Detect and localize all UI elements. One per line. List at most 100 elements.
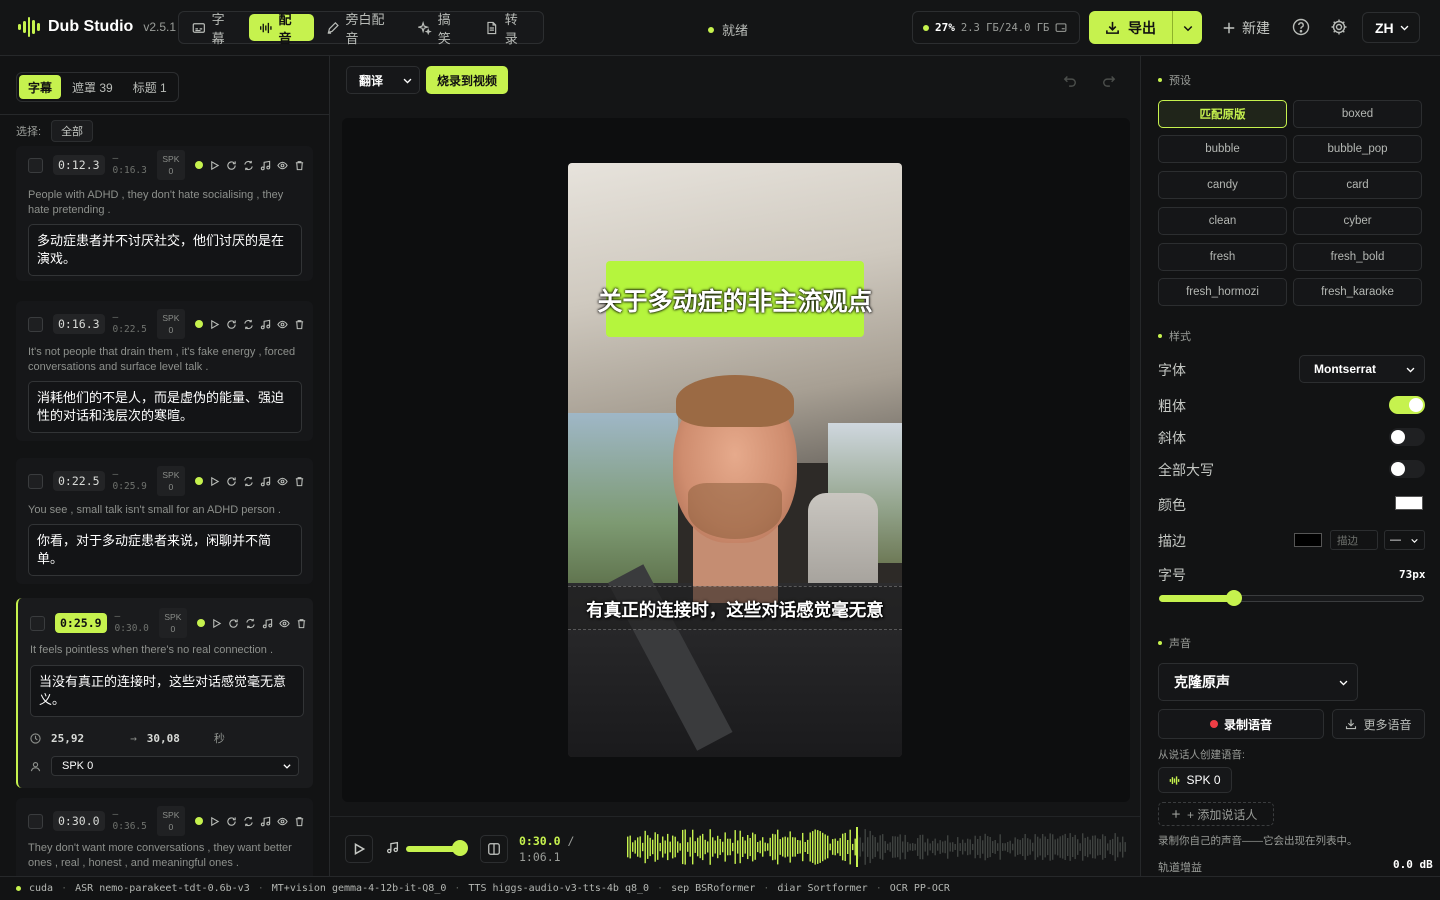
export-button[interactable]: 导出 — [1089, 11, 1173, 44]
tab-transcribe[interactable]: 转录 — [475, 12, 540, 46]
voice-select[interactable]: 克隆原声 — [1158, 663, 1358, 701]
preset-bubble-pop[interactable]: bubble_pop — [1293, 135, 1422, 163]
tab-left-masks[interactable]: 遮罩 39 — [63, 75, 122, 99]
time-to-input[interactable]: 30,08 — [147, 732, 180, 745]
text-color-swatch[interactable] — [1395, 496, 1423, 510]
help-icon[interactable] — [1292, 18, 1310, 36]
speaker-badge[interactable]: SPK 0 — [156, 466, 185, 496]
speaker-badge[interactable]: SPK 0 — [156, 150, 185, 180]
speaker-badge[interactable]: SPK 0 — [156, 309, 185, 339]
eye-icon[interactable] — [277, 476, 288, 487]
font-size-slider-knob[interactable] — [1226, 590, 1242, 606]
italic-toggle[interactable] — [1389, 428, 1425, 446]
regenerate-icon[interactable] — [245, 618, 256, 629]
export-dropdown-button[interactable] — [1173, 22, 1202, 34]
play-icon[interactable] — [209, 319, 220, 330]
redo-icon[interactable] — [1102, 73, 1116, 87]
trash-icon[interactable] — [294, 476, 305, 487]
eye-icon[interactable] — [277, 319, 288, 330]
record-voice-button[interactable]: 录制语音 — [1158, 709, 1324, 739]
split-view-button[interactable] — [480, 835, 508, 863]
segment-translation-input[interactable]: 多动症患者并不讨厌社交，他们讨厌的是在演戏。 — [28, 224, 302, 276]
regenerate-icon[interactable] — [243, 476, 254, 487]
select-all-button[interactable]: 全部 — [51, 120, 94, 142]
segment-checkbox[interactable] — [28, 316, 43, 332]
music-note-icon[interactable] — [260, 476, 271, 487]
eye-icon[interactable] — [277, 160, 288, 171]
tab-left-subtitles[interactable]: 字幕 — [19, 75, 62, 99]
preset-boxed[interactable]: boxed — [1293, 100, 1422, 128]
track-mode-select[interactable]: 翻译 — [346, 66, 420, 94]
preset-clean[interactable]: clean — [1158, 207, 1287, 235]
regenerate-icon[interactable] — [243, 160, 254, 171]
all-caps-toggle[interactable] — [1389, 460, 1425, 478]
burn-to-video-button[interactable]: 烧录到视频 — [426, 66, 509, 94]
segment-checkbox[interactable] — [28, 813, 43, 829]
segment-start-time[interactable]: 0:16.3 — [53, 314, 105, 334]
tab-subtitles[interactable]: 字幕 — [182, 12, 247, 46]
segment-checkbox[interactable] — [28, 473, 43, 489]
segment-translation-input[interactable]: 你看，对于多动症患者来说，闲聊并不简单。 — [28, 524, 302, 576]
segment-card[interactable]: 0:16.3 —0:22.5 SPK 0 It's not people that… — [16, 301, 313, 441]
segment-start-time[interactable]: 0:25.9 — [55, 613, 107, 633]
font-select[interactable]: Montserrat — [1299, 355, 1425, 383]
speaker-badge[interactable]: SPK 0 — [156, 806, 185, 836]
trash-icon[interactable] — [294, 160, 305, 171]
refresh-icon[interactable] — [226, 816, 237, 827]
play-icon[interactable] — [209, 476, 220, 487]
preset-fresh-karaoke[interactable]: fresh_karaoke — [1293, 278, 1422, 306]
segment-start-time[interactable]: 0:30.0 — [53, 811, 105, 831]
trash-icon[interactable] — [294, 816, 305, 827]
video-title-overlay[interactable]: 关于多动症的非主流观点 — [568, 282, 902, 318]
refresh-icon[interactable] — [228, 618, 239, 629]
refresh-icon[interactable] — [226, 319, 237, 330]
gear-icon[interactable] — [1330, 18, 1348, 36]
tab-voiceover[interactable]: 旁白配音 — [316, 12, 406, 46]
add-speaker-button[interactable]: + 添加说话人 — [1158, 802, 1274, 826]
eye-icon[interactable] — [279, 618, 290, 629]
more-voices-button[interactable]: 更多语音 — [1332, 709, 1425, 739]
play-icon[interactable] — [209, 816, 220, 827]
preset-card[interactable]: card — [1293, 171, 1422, 199]
music-note-icon[interactable] — [260, 319, 271, 330]
segment-checkbox[interactable] — [30, 615, 45, 631]
preset-fresh[interactable]: fresh — [1158, 243, 1287, 271]
segment-start-time[interactable]: 0:12.3 — [53, 155, 105, 175]
refresh-icon[interactable] — [226, 160, 237, 171]
play-button[interactable] — [345, 835, 373, 863]
tab-funny[interactable]: 搞笑 — [408, 12, 473, 46]
trash-icon[interactable] — [296, 618, 307, 629]
play-icon[interactable] — [209, 160, 220, 171]
refresh-icon[interactable] — [226, 476, 237, 487]
music-note-icon[interactable] — [260, 160, 271, 171]
preset-match-original[interactable]: 匹配原版 — [1158, 100, 1287, 128]
stroke-color-swatch[interactable] — [1294, 533, 1322, 547]
tab-dubbing[interactable]: 配音 — [248, 12, 314, 46]
segment-card[interactable]: 0:12.3 —0:16.3 SPK 0 People with ADHD , t… — [16, 146, 313, 281]
preset-candy[interactable]: candy — [1158, 171, 1287, 199]
gpu-usage[interactable]: 27% 2.3 ГБ/24.0 ГБ — [912, 11, 1080, 44]
speaker-select[interactable]: SPK 0 — [51, 756, 299, 776]
preset-bubble[interactable]: bubble — [1158, 135, 1287, 163]
bold-toggle[interactable] — [1389, 396, 1425, 414]
speaker-chip[interactable]: SPK 0 — [1158, 767, 1232, 793]
tab-left-titles[interactable]: 标题 1 — [124, 75, 176, 99]
preset-fresh-hormozi[interactable]: fresh_hormozi — [1158, 278, 1287, 306]
stroke-width-input[interactable]: 描边 — [1330, 530, 1378, 550]
undo-icon[interactable] — [1063, 73, 1077, 87]
segment-card[interactable]: 0:22.5 —0:25.9 SPK 0 You see , small talk… — [16, 458, 313, 584]
segment-start-time[interactable]: 0:22.5 — [53, 471, 105, 491]
preset-cyber[interactable]: cyber — [1293, 207, 1422, 235]
playhead[interactable] — [856, 827, 858, 867]
segment-translation-input[interactable]: 当没有真正的连接时，这些对话感觉毫无意义。 — [30, 665, 304, 717]
music-note-icon[interactable] — [262, 618, 273, 629]
time-from-input[interactable]: 25,92 — [51, 732, 84, 745]
audio-waveform[interactable] — [626, 827, 1126, 867]
play-icon[interactable] — [211, 618, 222, 629]
regenerate-icon[interactable] — [243, 816, 254, 827]
trash-icon[interactable] — [294, 319, 305, 330]
volume-knob[interactable] — [452, 840, 468, 856]
regenerate-icon[interactable] — [243, 319, 254, 330]
eye-icon[interactable] — [277, 816, 288, 827]
music-note-icon[interactable] — [260, 816, 271, 827]
